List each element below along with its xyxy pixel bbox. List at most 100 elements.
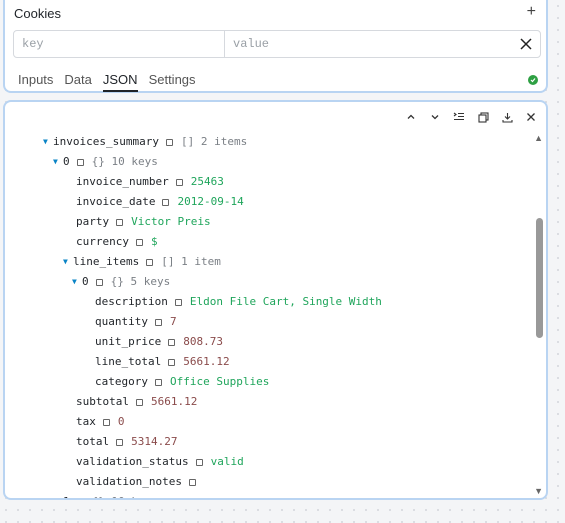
- add-cookie-button[interactable]: +: [527, 4, 536, 20]
- tree-value: 2012-09-14: [177, 195, 244, 208]
- tree-row[interactable]: ▼ 1 {} 10 keys: [53, 492, 158, 501]
- json-viewer-panel: ▼ invoices_summary [] 2 items ▼ 0 {} 10 …: [3, 100, 548, 500]
- tree-row: tax 0: [76, 412, 125, 432]
- tree-brackets: []: [180, 135, 195, 148]
- tree-brackets: {}: [92, 492, 105, 498]
- tree-value: 808.73: [183, 335, 223, 348]
- tree-key: 0: [82, 275, 89, 288]
- tree-key: validation_status: [76, 455, 189, 468]
- cookie-value-input[interactable]: [225, 31, 512, 57]
- tree-row[interactable]: ▼ line_items [] 1 item: [63, 252, 221, 272]
- copy-icon[interactable]: [116, 218, 124, 226]
- copy-icon[interactable]: [195, 458, 203, 466]
- tree-brackets: []: [161, 255, 175, 268]
- copy-icon[interactable]: [154, 318, 162, 326]
- copy-icon[interactable]: [135, 398, 143, 406]
- tree-value: valid: [210, 455, 244, 468]
- tree-key: quantity: [95, 315, 148, 328]
- tree-row: total 5314.27: [76, 432, 177, 452]
- scrollbar-thumb[interactable]: [536, 218, 543, 338]
- tree-key: validation_notes: [76, 475, 182, 488]
- copy-icon[interactable]: [154, 378, 162, 386]
- caret-down-icon[interactable]: ▼: [53, 152, 63, 172]
- tab-settings[interactable]: Settings: [149, 72, 196, 92]
- copy-icon[interactable]: [135, 238, 143, 246]
- copy-icon[interactable]: [95, 278, 103, 286]
- copy-icon[interactable]: [168, 338, 176, 346]
- tree-row: subtotal 5661.12: [76, 392, 197, 412]
- caret-down-icon[interactable]: ▼: [63, 252, 73, 272]
- scroll-up-arrow-icon[interactable]: ▲: [534, 133, 543, 143]
- tab-json[interactable]: JSON: [102, 72, 138, 92]
- collapse-all-icon[interactable]: [450, 108, 468, 126]
- tree-row[interactable]: ▼ invoices_summary [] 2 items: [43, 132, 247, 152]
- copy-icon[interactable]: [102, 418, 110, 426]
- tree-value: 25463: [190, 175, 224, 188]
- copy-icon[interactable]: [168, 358, 176, 366]
- copy-icon[interactable]: [146, 258, 154, 266]
- tree-key: 0: [63, 155, 70, 168]
- cookie-kv-row: [13, 30, 541, 58]
- tree-key: unit_price: [95, 335, 162, 348]
- copy-icon[interactable]: [175, 178, 183, 186]
- tree-key: invoice_date: [76, 195, 156, 208]
- tree-key: category: [95, 375, 148, 388]
- tree-key: subtotal: [76, 395, 129, 408]
- tree-row: party Victor Preis: [76, 212, 211, 232]
- tab-inputs[interactable]: Inputs: [18, 72, 53, 92]
- tab-bar: Inputs Data JSON Settings: [18, 72, 196, 92]
- tree-brackets: {}: [91, 155, 105, 168]
- tree-row: line_total 5661.12: [95, 352, 230, 372]
- tree-row: description Eldon File Cart, Single Widt…: [95, 292, 382, 312]
- tree-value: 5661.12: [183, 355, 230, 368]
- chevron-down-icon[interactable]: [426, 108, 444, 126]
- tree-key: invoice_number: [76, 175, 169, 188]
- tree-value: 5314.27: [131, 435, 178, 448]
- copy-icon[interactable]: [474, 108, 492, 126]
- tree-meta: 5 keys: [130, 275, 171, 288]
- copy-icon[interactable]: [188, 478, 196, 486]
- cookies-title: Cookies: [14, 6, 61, 21]
- json-toolbar: [402, 108, 540, 126]
- tree-row: quantity 7: [95, 312, 177, 332]
- chevron-up-icon[interactable]: [402, 108, 420, 126]
- tree-row: invoice_number 25463: [76, 172, 224, 192]
- tree-row: unit_price 808.73: [95, 332, 223, 352]
- tree-value: Office Supplies: [169, 375, 270, 388]
- close-icon[interactable]: [522, 108, 540, 126]
- tree-brackets: {}: [110, 275, 124, 288]
- tree-row: validation_notes: [76, 472, 204, 492]
- caret-down-icon[interactable]: ▼: [53, 492, 63, 498]
- tree-row[interactable]: ▼ 0 {} 10 keys: [53, 152, 158, 172]
- cookies-panel: Cookies + Inputs Data JSON Settings: [3, 0, 548, 93]
- download-icon[interactable]: [498, 108, 516, 126]
- tree-meta: 2 items: [200, 135, 248, 148]
- tree-key: tax: [76, 415, 96, 428]
- tab-data[interactable]: Data: [64, 72, 91, 92]
- copy-icon[interactable]: [77, 499, 84, 501]
- copy-icon[interactable]: [174, 298, 182, 306]
- caret-down-icon[interactable]: ▼: [72, 272, 82, 292]
- tree-row: currency $: [76, 232, 158, 252]
- tree-meta: 10 keys: [112, 492, 158, 498]
- tree-row[interactable]: ▼ 0 {} 5 keys: [72, 272, 170, 292]
- scroll-down-arrow-icon[interactable]: ▼: [534, 486, 543, 496]
- copy-icon[interactable]: [76, 158, 84, 166]
- copy-icon[interactable]: [162, 198, 170, 206]
- copy-icon[interactable]: [165, 138, 173, 146]
- tree-value: $: [150, 235, 158, 248]
- tree-row: category Office Supplies: [95, 372, 269, 392]
- clear-cookie-button[interactable]: [512, 31, 540, 57]
- tree-key: 1: [63, 492, 70, 498]
- tree-key: line_items: [73, 255, 140, 268]
- tree-value: 0: [117, 415, 125, 428]
- tree-value: 7: [169, 315, 177, 328]
- copy-icon[interactable]: [116, 438, 124, 446]
- close-icon: [520, 38, 532, 50]
- tree-key: line_total: [95, 355, 162, 368]
- tree-row: invoice_date 2012-09-14: [76, 192, 244, 212]
- caret-down-icon[interactable]: ▼: [43, 132, 53, 152]
- cookie-key-input[interactable]: [14, 31, 225, 57]
- tree-key: invoices_summary: [53, 135, 159, 148]
- tree-row: validation_status valid: [76, 452, 244, 472]
